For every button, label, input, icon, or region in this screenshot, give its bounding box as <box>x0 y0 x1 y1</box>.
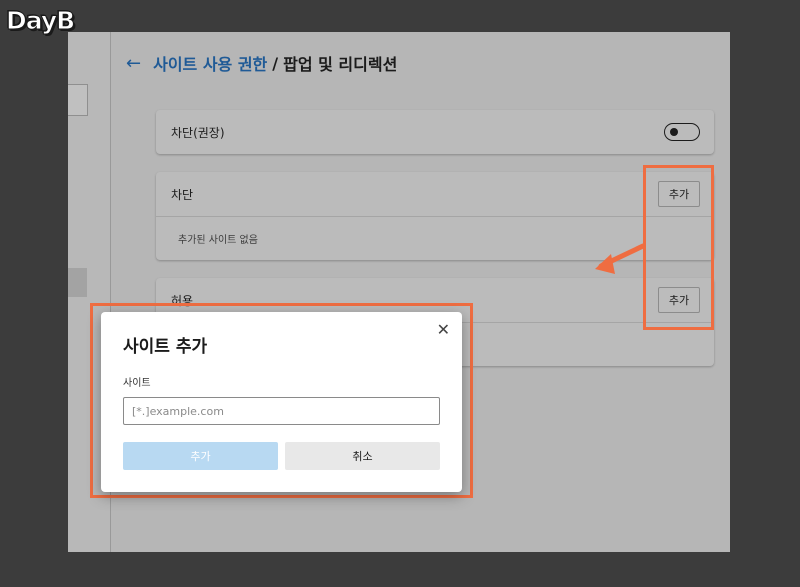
blocked-recommended-label: 차단(권장) <box>171 125 225 140</box>
dayb-logo: DayB <box>5 6 75 36</box>
site-field-label: 사이트 <box>123 378 151 389</box>
page-title: 팝업 및 리디렉션 <box>283 55 398 74</box>
annotation-highlight-add-buttons <box>643 165 714 330</box>
annotation-arrow-icon <box>595 243 646 274</box>
breadcrumb-site-permissions[interactable]: 사이트 사용 권한 <box>153 51 267 75</box>
sidebar-search-input[interactable] <box>68 84 88 116</box>
breadcrumb-separator: / <box>272 53 279 73</box>
toggle-knob <box>670 128 678 136</box>
site-input[interactable] <box>123 397 440 425</box>
add-site-dialog: 사이트 추가 ✕ 사이트 추가 취소 <box>101 312 462 492</box>
block-section-title: 차단 <box>171 187 194 202</box>
block-empty-text: 추가된 사이트 없음 <box>178 235 258 246</box>
blocked-recommended-card: 차단(권장) <box>156 110 714 154</box>
sidebar-item-selected[interactable] <box>68 268 87 297</box>
close-icon[interactable]: ✕ <box>437 320 450 339</box>
dialog-cancel-button[interactable]: 취소 <box>285 442 440 470</box>
page-header: ← 사이트 사용 권한 / 팝업 및 리디렉션 <box>126 51 397 75</box>
arrow-left-icon[interactable]: ← <box>126 53 141 74</box>
blocked-recommended-toggle[interactable] <box>664 123 700 141</box>
dialog-add-button[interactable]: 추가 <box>123 442 278 470</box>
dialog-title: 사이트 추가 <box>123 337 208 357</box>
